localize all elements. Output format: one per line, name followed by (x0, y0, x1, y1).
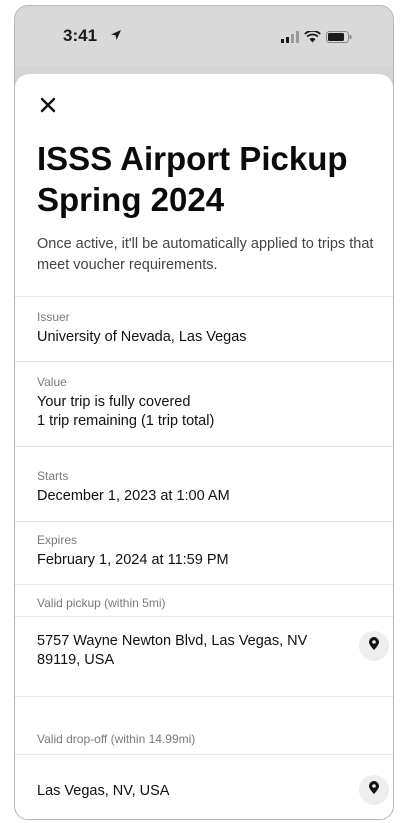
divider (15, 696, 393, 697)
divider (15, 584, 393, 585)
value-coverage: Your trip is fully covered (37, 394, 191, 410)
divider (15, 296, 393, 297)
close-button[interactable] (37, 96, 59, 118)
voucher-description: Once active, it'll be automatically appl… (37, 236, 374, 273)
value-label: Value (37, 375, 67, 389)
map-pin-icon (369, 637, 379, 655)
pickup-address-line-2: 89119, USA (37, 652, 115, 668)
divider (15, 754, 393, 755)
title-line-1: ISSS Airport Pickup (37, 140, 348, 177)
pickup-label: Valid pickup (within 5mi) (37, 596, 166, 610)
battery-icon (326, 30, 352, 48)
starts-value: December 1, 2023 at 1:00 AM (37, 488, 230, 504)
value-trips-remaining: 1 trip remaining (1 trip total) (37, 413, 215, 429)
divider (15, 616, 393, 617)
dropoff-label: Valid drop-off (within 14.99mi) (37, 732, 196, 746)
divider (15, 361, 393, 362)
wifi-icon (304, 30, 321, 48)
title-line-2: Spring 2024 (37, 181, 225, 218)
status-icons (281, 30, 352, 48)
starts-label: Starts (37, 469, 69, 483)
page-title: ISSS Airport Pickup Spring 2024 (37, 138, 367, 220)
voucher-details-sheet: ISSS Airport Pickup Spring 2024 Once act… (15, 74, 393, 819)
pickup-map-pin-button[interactable] (359, 631, 389, 661)
expires-value: February 1, 2024 at 11:59 PM (37, 552, 229, 568)
close-icon (40, 97, 56, 118)
map-pin-icon (369, 781, 379, 799)
divider (15, 446, 393, 447)
pickup-address-line-1: 5757 Wayne Newton Blvd, Las Vegas, NV (37, 633, 308, 649)
dropoff-map-pin-button[interactable] (359, 775, 389, 805)
issuer-label: Issuer (37, 310, 70, 324)
location-arrow-icon (110, 28, 122, 46)
issuer-value: University of Nevada, Las Vegas (37, 329, 247, 345)
divider (15, 521, 393, 522)
signal-icon (281, 30, 299, 48)
status-time: 3:41 (63, 26, 98, 45)
phone-frame: 3:41 ISSS Airport Pickup Spring 2024 Onc… (14, 5, 394, 820)
dropoff-address: Las Vegas, NV, USA (37, 783, 170, 799)
status-bar: 3:41 (15, 6, 393, 66)
expires-label: Expires (37, 533, 78, 547)
